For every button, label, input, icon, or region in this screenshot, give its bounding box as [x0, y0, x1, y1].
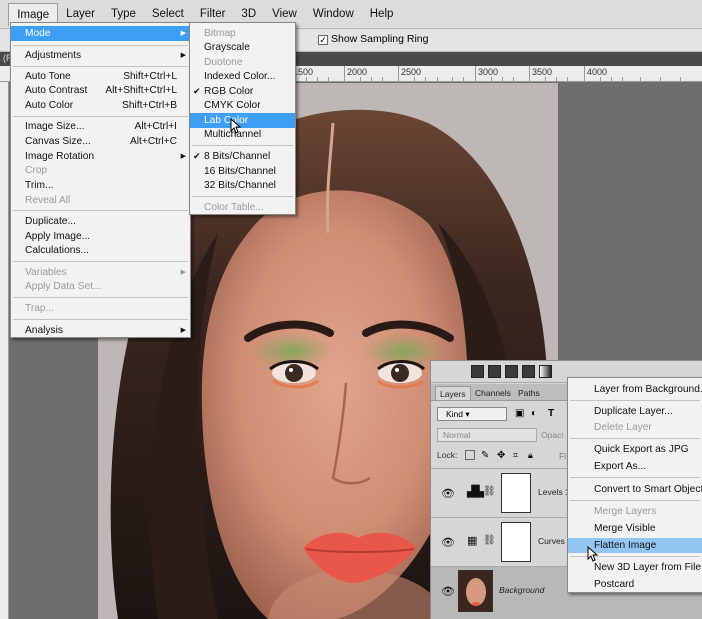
menu-item-apply-data-set: Apply Data Set...	[25, 281, 102, 292]
filter-type-icon[interactable]: T	[548, 408, 554, 419]
menu-item-canvas-size[interactable]: Canvas Size... Alt+Ctrl+C	[11, 134, 190, 149]
filter-kind-label: Kind	[446, 409, 464, 419]
curves-icon[interactable]	[505, 365, 518, 378]
exposure-icon[interactable]	[522, 365, 535, 378]
ctx-layer-from-background[interactable]: Layer from Background...	[568, 382, 702, 397]
mode-multichannel[interactable]: Multichannel	[190, 127, 295, 142]
submenu-arrow-icon: ▶	[180, 30, 186, 37]
submenu-arrow-icon: ▶	[180, 52, 186, 59]
mode-16-bits[interactable]: 16 Bits/Channel	[190, 164, 295, 179]
brightness-icon[interactable]	[471, 365, 484, 378]
menu-item-trap: Trap...	[25, 303, 55, 314]
mode-duotone: Duotone	[204, 57, 243, 68]
opacity-label: Opaci	[541, 430, 564, 440]
mode-8-bits[interactable]: ✔ 8 Bits/Channel	[190, 149, 295, 164]
ctx-export-as[interactable]: Export As...	[568, 459, 702, 474]
menu-item-duplicate[interactable]: Duplicate...	[11, 214, 190, 229]
lock-all-icon[interactable]: 🔒︎	[528, 450, 538, 460]
ctx-postcard[interactable]: Postcard	[568, 577, 702, 592]
lock-artboard-icon[interactable]: ⌗	[513, 450, 523, 460]
menu-edit-fragment[interactable]: t	[0, 3, 8, 25]
show-sampling-ring-checkbox[interactable]: ✓	[318, 35, 328, 45]
menu-window[interactable]: Window	[305, 3, 362, 25]
ctx-merge-layers: Merge Layers	[594, 506, 657, 517]
menu-item-variables: Variables ▶	[25, 267, 186, 278]
ctx-new-3d-layer[interactable]: New 3D Layer from File...	[568, 560, 702, 575]
ctx-convert-smart-object[interactable]: Convert to Smart Object	[568, 482, 702, 497]
lock-move-icon[interactable]: ✥	[497, 450, 507, 461]
ruler-label: 3000	[478, 67, 499, 77]
fill-label: Fi	[559, 451, 567, 461]
menu-item-image-rotation[interactable]: Image Rotation ▶	[11, 149, 190, 164]
menu-item-apply-image[interactable]: Apply Image...	[11, 229, 190, 244]
ruler-label: 3500	[532, 67, 553, 77]
ruler-label: 2500	[401, 67, 422, 77]
submenu-arrow-icon: ▶	[180, 327, 186, 334]
mode-color-table: Color Table...	[204, 202, 264, 213]
blend-mode-select[interactable]: Normal	[437, 428, 537, 442]
layer-mask-thumbnail[interactable]	[501, 522, 531, 562]
ctx-quick-export[interactable]: Quick Export as JPG	[568, 442, 702, 457]
ruler-label: 1500	[293, 67, 314, 77]
layer-mask-thumbnail[interactable]	[501, 473, 531, 513]
ctx-duplicate-layer[interactable]: Duplicate Layer...	[568, 404, 702, 419]
levels-icon[interactable]	[488, 365, 501, 378]
visibility-eye-icon[interactable]: 👁︎	[441, 536, 455, 549]
layer-name[interactable]: Levels 1	[538, 487, 570, 497]
gradient-map-icon[interactable]	[539, 365, 552, 378]
visibility-eye-icon[interactable]: 👁︎	[441, 585, 455, 598]
menu-help[interactable]: Help	[362, 3, 402, 25]
menu-item-calculations[interactable]: Calculations...	[11, 243, 190, 258]
menu-item-adjustments[interactable]: Adjustments ▶	[11, 48, 190, 63]
filter-pixel-icon[interactable]: ▣	[515, 408, 524, 419]
chain-link-icon[interactable]: ⛓︎	[483, 486, 496, 497]
ruler-label: 4000	[587, 67, 608, 77]
lock-transparent-icon[interactable]	[465, 450, 475, 460]
menu-item-analysis[interactable]: Analysis ▶	[11, 323, 190, 338]
menu-item-auto-color[interactable]: Auto Color Shift+Ctrl+B	[11, 98, 190, 113]
menu-item-auto-contrast[interactable]: Auto Contrast Alt+Shift+Ctrl+L	[11, 83, 190, 98]
mode-cmyk-color[interactable]: CMYK Color	[190, 98, 295, 113]
mode-32-bits[interactable]: 32 Bits/Channel	[190, 178, 295, 193]
layer-thumbnail[interactable]	[458, 570, 493, 612]
checkmark-icon: ✔	[193, 86, 201, 96]
mode-submenu: Bitmap Grayscale Duotone Indexed Color..…	[189, 22, 296, 215]
menu-item-trim[interactable]: Trim...	[11, 178, 190, 193]
tab-paths[interactable]: Paths	[514, 386, 544, 400]
mode-lab-color[interactable]: Lab Color	[190, 113, 295, 128]
tab-channels[interactable]: Channels	[471, 386, 515, 400]
show-sampling-ring-label: Show Sampling Ring	[331, 33, 429, 45]
menu-item-image-size[interactable]: Image Size... Alt+Ctrl+I	[11, 119, 190, 134]
tab-layers[interactable]: Layers	[435, 386, 471, 400]
menu-item-auto-tone[interactable]: Auto Tone Shift+Ctrl+L	[11, 69, 190, 84]
ctx-merge-visible[interactable]: Merge Visible	[568, 521, 702, 536]
menu-item-crop: Crop	[25, 165, 48, 176]
mouse-cursor-icon	[587, 546, 599, 562]
filter-adjustment-icon[interactable]: ◐	[531, 408, 537, 419]
ctx-delete-layer: Delete Layer	[594, 422, 652, 433]
filter-kind-select[interactable]: Kind ▾	[437, 407, 507, 421]
submenu-arrow-icon: ▶	[180, 153, 186, 160]
layer-name[interactable]: Background	[499, 585, 544, 595]
visibility-eye-icon[interactable]: 👁︎	[441, 487, 455, 500]
mouse-cursor-icon	[230, 118, 242, 134]
mode-grayscale[interactable]: Grayscale	[190, 40, 295, 55]
curves-adjustment-icon: ▦	[467, 535, 478, 547]
menu-item-mode[interactable]: Mode ▶	[11, 26, 190, 41]
thumbnail-portrait	[459, 571, 492, 611]
vertical-ruler	[0, 82, 9, 619]
mode-rgb-color[interactable]: ✔ RGB Color	[190, 84, 295, 99]
menu-item-reveal-all: Reveal All	[25, 195, 71, 206]
mode-bitmap: Bitmap	[204, 28, 236, 39]
checkmark-icon: ✔	[193, 151, 201, 161]
ruler-label: 2000	[347, 67, 368, 77]
lock-label: Lock:	[437, 450, 458, 460]
image-menu: Mode ▶ Adjustments ▶ Auto Tone Shift+Ctrl+L…	[10, 22, 191, 338]
chain-link-icon[interactable]: ⛓︎	[483, 535, 496, 546]
photoshop-window: t Image Layer Type Select Filter 3D View…	[0, 0, 702, 619]
mode-indexed-color[interactable]: Indexed Color...	[190, 69, 295, 84]
lock-brush-icon[interactable]: ✎	[481, 450, 491, 461]
levels-adjustment-icon: ▟▙	[467, 486, 484, 498]
submenu-arrow-icon: ▶	[180, 269, 186, 276]
